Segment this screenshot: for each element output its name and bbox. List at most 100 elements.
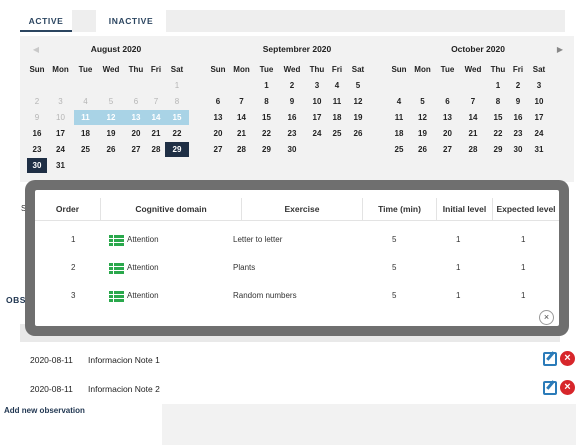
calendar-day[interactable]: 14	[228, 110, 255, 125]
calendar-day[interactable]: 6	[436, 94, 459, 109]
calendar-day[interactable]: 2	[278, 78, 306, 93]
calendar-day[interactable]: 13	[436, 110, 459, 125]
calendar-day[interactable]: 17	[306, 110, 328, 125]
calendar-day[interactable]: 4	[328, 78, 346, 93]
calendar-day[interactable]: 27	[125, 142, 147, 157]
calendar-day[interactable]: 8	[255, 94, 278, 109]
calendar-day[interactable]: 28	[228, 142, 255, 157]
calendar-day[interactable]: 31	[47, 158, 74, 173]
calendar-day[interactable]: 11	[389, 110, 409, 125]
calendar-day[interactable]: 15	[487, 110, 509, 125]
calendar-day[interactable]: 15	[165, 110, 189, 125]
calendar-day[interactable]: 12	[346, 94, 370, 109]
calendar-day[interactable]: 20	[125, 126, 147, 141]
calendar-day[interactable]: 25	[389, 142, 409, 157]
calendar-day[interactable]: 5	[409, 94, 436, 109]
calendar-day[interactable]: 8	[165, 94, 189, 109]
calendar-day[interactable]: 14	[459, 110, 487, 125]
tab-active[interactable]: ACTIVE	[20, 10, 72, 32]
delete-icon[interactable]: ×	[560, 380, 575, 395]
calendar-day[interactable]: 26	[409, 142, 436, 157]
calendar-day[interactable]: 4	[74, 94, 97, 109]
calendar-day[interactable]: 25	[74, 142, 97, 157]
calendar-day[interactable]: 17	[527, 110, 551, 125]
calendar-day[interactable]: 18	[74, 126, 97, 141]
calendar-day[interactable]: 19	[409, 126, 436, 141]
calendar-day[interactable]: 5	[346, 78, 370, 93]
calendar-day[interactable]: 26	[97, 142, 125, 157]
calendar-day[interactable]: 27	[208, 142, 228, 157]
calendar-day[interactable]: 14	[147, 110, 165, 125]
calendar-day[interactable]: 31	[527, 142, 551, 157]
calendar-day[interactable]: 16	[27, 126, 47, 141]
calendar-day[interactable]: 21	[147, 126, 165, 141]
calendar-day[interactable]: 13	[125, 110, 147, 125]
calendar-day[interactable]: 9	[278, 94, 306, 109]
calendar-day[interactable]: 7	[228, 94, 255, 109]
calendar-day[interactable]: 9	[509, 94, 527, 109]
calendar-day[interactable]: 19	[346, 110, 370, 125]
add-observation-input[interactable]	[162, 404, 576, 445]
calendar-day[interactable]: 3	[527, 78, 551, 93]
calendar-day[interactable]: 13	[208, 110, 228, 125]
calendar-day[interactable]: 1	[487, 78, 509, 93]
calendar-day[interactable]: 26	[346, 126, 370, 141]
calendar-day[interactable]: 29	[487, 142, 509, 157]
calendar-day[interactable]: 23	[27, 142, 47, 157]
calendar-day[interactable]: 18	[389, 126, 409, 141]
edit-icon[interactable]	[543, 352, 557, 366]
calendar-day[interactable]: 22	[255, 126, 278, 141]
calendar-day[interactable]: 22	[165, 126, 189, 141]
calendar-day[interactable]: 24	[306, 126, 328, 141]
calendar-day[interactable]: 1	[255, 78, 278, 93]
calendar-day[interactable]: 3	[47, 94, 74, 109]
calendar-day[interactable]: 25	[328, 126, 346, 141]
calendar-day[interactable]: 7	[147, 94, 165, 109]
calendar-day[interactable]: 10	[527, 94, 551, 109]
calendar-day[interactable]: 2	[509, 78, 527, 93]
calendar-day[interactable]: 21	[459, 126, 487, 141]
calendar-day[interactable]: 10	[47, 110, 74, 125]
calendar-day[interactable]: 16	[278, 110, 306, 125]
calendar-day[interactable]: 6	[208, 94, 228, 109]
edit-icon[interactable]	[543, 381, 557, 395]
calendar-day[interactable]: 19	[97, 126, 125, 141]
calendar-day[interactable]: 30	[278, 142, 306, 157]
tab-inactive[interactable]: INACTIVE	[96, 10, 166, 32]
calendar-day[interactable]: 12	[409, 110, 436, 125]
calendar-day[interactable]: 30	[27, 158, 47, 173]
calendar-day[interactable]: 3	[306, 78, 328, 93]
calendar-day[interactable]: 9	[27, 110, 47, 125]
calendar-day[interactable]: 20	[208, 126, 228, 141]
calendar-day[interactable]: 16	[509, 110, 527, 125]
calendar-day[interactable]: 15	[255, 110, 278, 125]
calendar-day[interactable]: 29	[165, 142, 189, 157]
calendar-day[interactable]: 12	[97, 110, 125, 125]
calendar-day[interactable]: 1	[165, 78, 189, 93]
calendar-day[interactable]: 8	[487, 94, 509, 109]
calendar-day[interactable]: 7	[459, 94, 487, 109]
calendar-day[interactable]: 29	[255, 142, 278, 157]
calendar-day[interactable]: 5	[97, 94, 125, 109]
calendar-day[interactable]: 23	[509, 126, 527, 141]
close-icon[interactable]: ×	[539, 310, 554, 325]
calendar-day[interactable]: 11	[74, 110, 97, 125]
calendar-day[interactable]: 10	[306, 94, 328, 109]
calendar-day[interactable]: 17	[47, 126, 74, 141]
calendar-day[interactable]: 28	[147, 142, 165, 157]
calendar-day[interactable]: 20	[436, 126, 459, 141]
calendar-day[interactable]: 27	[436, 142, 459, 157]
calendar-day[interactable]: 18	[328, 110, 346, 125]
delete-icon[interactable]: ×	[560, 351, 575, 366]
calendar-day[interactable]: 24	[47, 142, 74, 157]
calendar-day[interactable]: 28	[459, 142, 487, 157]
calendar-day[interactable]: 22	[487, 126, 509, 141]
calendar-day[interactable]: 21	[228, 126, 255, 141]
calendar-day[interactable]: 2	[27, 94, 47, 109]
calendar-day[interactable]: 23	[278, 126, 306, 141]
calendar-day[interactable]: 4	[389, 94, 409, 109]
calendar-day[interactable]: 24	[527, 126, 551, 141]
calendar-day[interactable]: 11	[328, 94, 346, 109]
calendar-day[interactable]: 6	[125, 94, 147, 109]
calendar-day[interactable]: 30	[509, 142, 527, 157]
